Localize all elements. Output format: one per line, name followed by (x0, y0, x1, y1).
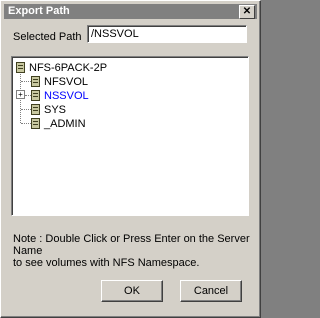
title-bar[interactable]: Export Path ✕ (4, 4, 257, 19)
close-icon[interactable]: ✕ (239, 5, 255, 19)
volume-icon (31, 104, 40, 115)
dialog-title: Export Path (8, 5, 70, 17)
tree-item-label: NSSVOL (44, 90, 89, 102)
selected-path-input[interactable] (87, 25, 247, 43)
tree-item-label: _ADMIN (44, 118, 86, 130)
note-line-2: to see volumes with NFS Namespace. (13, 257, 200, 269)
server-icon (16, 62, 25, 73)
expand-plus-icon[interactable]: + (16, 90, 25, 99)
volume-icon (31, 118, 40, 129)
selected-path-label: Selected Path (13, 31, 82, 43)
volume-icon (31, 90, 40, 101)
note-line-1: Note : Double Click or Press Enter on th… (13, 233, 250, 257)
tree-root-label: NFS-6PACK-2P (29, 62, 108, 74)
export-path-dialog: Export Path ✕ Selected Path NFS-6PACK-2P… (0, 0, 261, 318)
tree-item-label: NFSVOL (44, 76, 89, 88)
tree-connector (21, 123, 31, 124)
tree-connector (21, 81, 31, 82)
tree-connector (21, 109, 31, 110)
cancel-button[interactable]: Cancel (180, 280, 242, 302)
server-volume-tree[interactable]: NFS-6PACK-2P NFSVOL + NSSVOL SYS _ADMIN (11, 56, 249, 216)
ok-button[interactable]: OK (101, 280, 163, 302)
tree-item-label: SYS (44, 104, 67, 116)
volume-icon (31, 76, 40, 87)
